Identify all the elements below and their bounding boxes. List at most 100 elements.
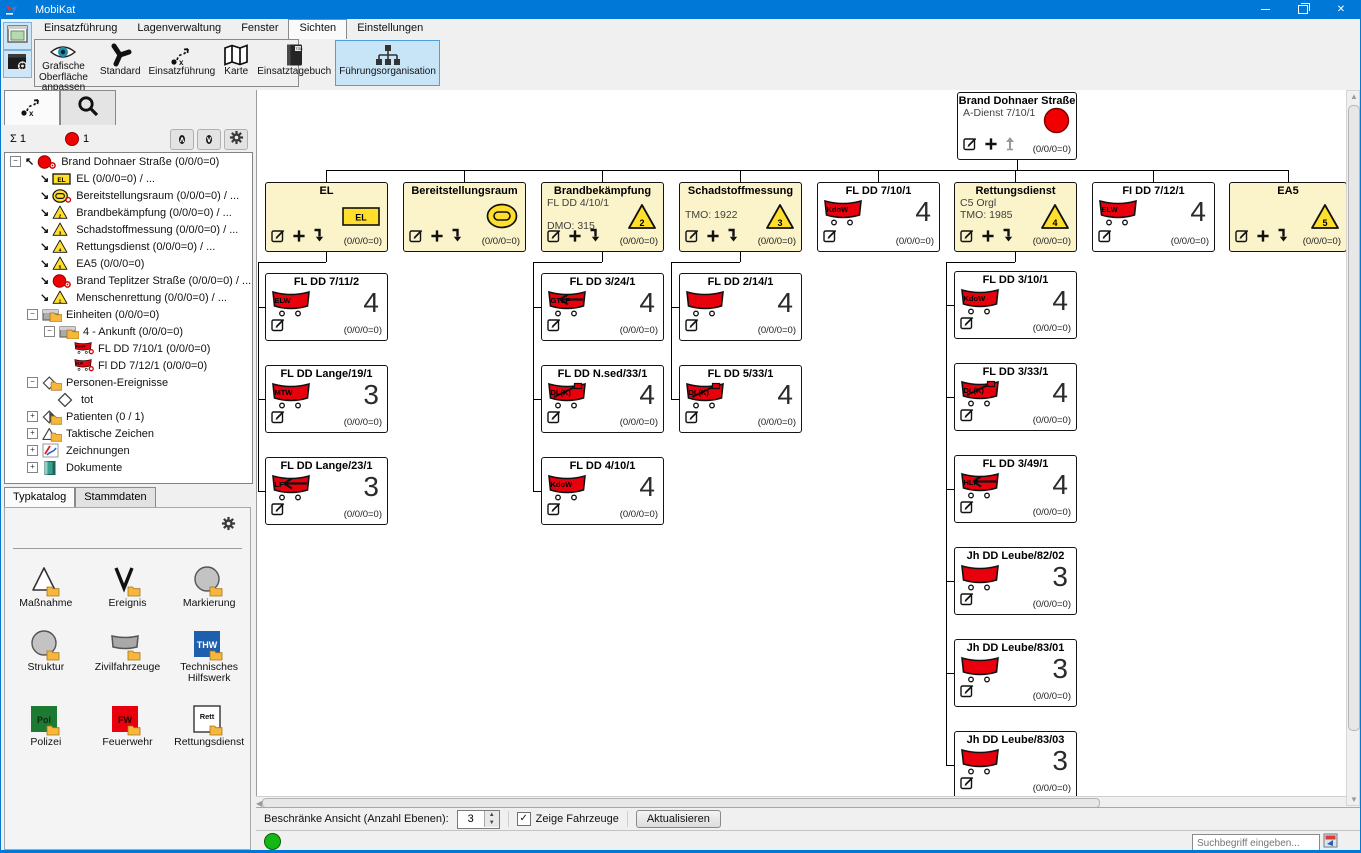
descend-button[interactable]: [726, 228, 739, 248]
scroll-up-arrow-icon[interactable]: ▲: [1350, 92, 1358, 101]
edit-button[interactable]: [271, 317, 286, 337]
catalog-item-maßnahme[interactable]: Maßnahme: [5, 556, 87, 610]
close-button[interactable]: ✕: [1322, 0, 1360, 19]
edit-button[interactable]: [823, 228, 838, 248]
show-vehicles-checkbox[interactable]: ✓: [517, 812, 531, 826]
catalog-item-polizei[interactable]: PolPolizei: [5, 695, 87, 749]
add-button[interactable]: [981, 229, 995, 248]
edit-button[interactable]: [547, 409, 562, 429]
menu-item-einstellungen[interactable]: Einstellungen: [347, 19, 433, 39]
vertical-scroll-thumb[interactable]: [1348, 105, 1360, 731]
edit-button[interactable]: [963, 136, 978, 156]
org-node-fi-dd-7-12-1[interactable]: FI DD 7/12/1ELW4(0/0/0=0): [1092, 182, 1215, 252]
ribbon-button-einsatzführung[interactable]: xEinsatzführung: [145, 40, 220, 86]
org-node-brandbekaempfung[interactable]: BrandbekämpfungFL DD 4/10/1 DMO: 3152(0/…: [541, 182, 664, 252]
edit-button[interactable]: [685, 228, 700, 248]
org-node-fl-dd-3-33-1[interactable]: FL DD 3/33/1DL(K)4(0/0/0=0): [954, 363, 1077, 431]
add-button[interactable]: [430, 229, 444, 248]
edit-button[interactable]: [685, 317, 700, 337]
tree-expand-minus[interactable]: −: [44, 326, 55, 337]
tree-item[interactable]: ↘Brand Teplitzer Straße (0/0/0=0) / ...: [5, 272, 252, 289]
tree-item[interactable]: ↘4Rettungsdienst (0/0/0=0) / ...: [5, 238, 252, 255]
org-node-schadstoffmessung[interactable]: Schadstoffmessung TMO: 19223(0/0/0=0): [679, 182, 802, 252]
menu-item-sichten[interactable]: Sichten: [288, 19, 347, 39]
org-node-fl-dd-3-49-1[interactable]: FL DD 3/49/1HLF4(0/0/0=0): [954, 455, 1077, 523]
add-button[interactable]: [568, 229, 582, 248]
catalog-item-technisches-hilfswerk[interactable]: THWTechnisches Hilfswerk: [168, 620, 250, 685]
org-node-fl-dd-7-10-1[interactable]: FL DD 7/10/1KdoW4(0/0/0=0): [817, 182, 940, 252]
edit-button[interactable]: [960, 775, 975, 795]
spinner-up-icon[interactable]: ▲: [485, 811, 499, 819]
org-node-fl-dd-7-11-2[interactable]: FL DD 7/11/2ELW4(0/0/0=0): [265, 273, 388, 341]
org-node-fl-dd-lange-19-1[interactable]: FL DD Lange/19/1MTW3(0/0/0=0): [265, 365, 388, 433]
catalog-item-ereignis[interactable]: Ereignis: [87, 556, 169, 610]
edit-button[interactable]: [960, 499, 975, 519]
catalog-item-markierung[interactable]: Markierung: [168, 556, 250, 610]
restore-button[interactable]: [1284, 0, 1322, 19]
descend-button[interactable]: [1001, 228, 1014, 248]
descend-button[interactable]: [588, 228, 601, 248]
panel-tab-operations[interactable]: x: [4, 90, 60, 125]
tree-item[interactable]: +Dokumente: [5, 459, 252, 476]
add-button[interactable]: [984, 137, 998, 156]
catalog-item-feuerwehr[interactable]: FWFeuerwehr: [87, 695, 169, 749]
side-toolbar-button-1[interactable]: [3, 22, 32, 50]
edit-button[interactable]: [960, 683, 975, 703]
menu-item-lagenverwaltung[interactable]: Lagenverwaltung: [127, 19, 231, 39]
org-node-jh-dd-leube-82-02[interactable]: Jh DD Leube/82/023(0/0/0=0): [954, 547, 1077, 615]
ribbon-button-einsatztagebuch[interactable]: TGBEinsatztagebuch: [253, 40, 335, 86]
chevron-down-circle-button[interactable]: ∨: [197, 129, 221, 150]
tree-item[interactable]: ↘ELEL (0/0/0=0) / ...: [5, 170, 252, 187]
add-button[interactable]: [1256, 229, 1270, 248]
tree-item[interactable]: ↘5EA5 (0/0/0=0): [5, 255, 252, 272]
ribbon-button-karte[interactable]: Karte: [219, 40, 253, 86]
panel-tab-search[interactable]: [60, 90, 116, 125]
catalog-tab-stammdaten[interactable]: Stammdaten: [75, 487, 155, 508]
menu-item-fenster[interactable]: Fenster: [231, 19, 288, 39]
tree-expand-plus[interactable]: +: [27, 445, 38, 456]
ribbon-button-standard[interactable]: Standard: [96, 40, 145, 86]
spinner-down-icon[interactable]: ▼: [485, 819, 499, 827]
tree-item[interactable]: ↘2Brandbekämpfung (0/0/0=0) / ...: [5, 204, 252, 221]
edit-button[interactable]: [685, 409, 700, 429]
edit-button[interactable]: [960, 315, 975, 335]
org-node-bereitstellungsraum[interactable]: Bereitstellungsraum(0/0/0=0): [403, 182, 526, 252]
edit-button[interactable]: [960, 407, 975, 427]
tree-item[interactable]: −Einheiten (0/0/0=0): [5, 306, 252, 323]
tree-item[interactable]: −4 - Ankunft (0/0/0=0): [5, 323, 252, 340]
edit-button[interactable]: [1235, 228, 1250, 248]
edit-button[interactable]: [960, 591, 975, 611]
chevron-up-circle-button[interactable]: ∧: [170, 129, 194, 150]
tree-expand-minus[interactable]: −: [27, 377, 38, 388]
tree-item[interactable]: KdoWFL DD 7/10/1 (0/0/0=0): [5, 340, 252, 357]
org-node-fl-dd-lange-23-1[interactable]: FL DD Lange/23/1LF3(0/0/0=0): [265, 457, 388, 525]
org-node-jh-dd-leube-83-01[interactable]: Jh DD Leube/83/013(0/0/0=0): [954, 639, 1077, 707]
tree-item[interactable]: tot: [5, 391, 252, 408]
tree-item[interactable]: ↘3Schadstoffmessung (0/0/0=0) / ...: [5, 221, 252, 238]
org-node-fl-dd-5-33-1[interactable]: FL DD 5/33/1DL(K)4(0/0/0=0): [679, 365, 802, 433]
edit-button[interactable]: [271, 409, 286, 429]
tree-item[interactable]: ELWFl DD 7/12/1 (0/0/0=0): [5, 357, 252, 374]
org-node-root[interactable]: Brand Dohnaer StraßeA-Dienst 7/10/1(0/0/…: [957, 92, 1077, 160]
tree-item[interactable]: ↘1Menschenrettung (0/0/0=0) / ...: [5, 289, 252, 306]
level-input[interactable]: [458, 813, 484, 825]
gear-button[interactable]: [224, 129, 248, 150]
org-node-fl-dd-3-10-1[interactable]: FL DD 3/10/1KdoW4(0/0/0=0): [954, 271, 1077, 339]
tree-item[interactable]: +Taktische Zeichen: [5, 425, 252, 442]
vertical-scrollbar[interactable]: ▲ ▼: [1346, 90, 1360, 806]
org-node-el[interactable]: ELEL(0/0/0=0): [265, 182, 388, 252]
tree-item[interactable]: +Patienten (0 / 1): [5, 408, 252, 425]
tree-item[interactable]: ↘Bereitstellungsraum (0/0/0=0) / ...: [5, 187, 252, 204]
org-chart-canvas[interactable]: Brand Dohnaer StraßeA-Dienst 7/10/1(0/0/…: [256, 90, 1347, 796]
refresh-button[interactable]: Aktualisieren: [636, 810, 721, 828]
descend-button[interactable]: [312, 228, 325, 248]
show-vehicles-toggle[interactable]: ✓ Zeige Fahrzeuge: [517, 812, 619, 826]
edit-button[interactable]: [960, 228, 975, 248]
add-button[interactable]: [706, 229, 720, 248]
tree-item[interactable]: −↖Brand Dohnaer Straße (0/0/0=0): [5, 153, 252, 170]
minimize-button[interactable]: [1246, 0, 1284, 19]
org-node-ea5[interactable]: EA55(0/0/0=0): [1229, 182, 1347, 252]
edit-button[interactable]: [409, 228, 424, 248]
tree-expand-plus[interactable]: +: [27, 462, 38, 473]
edit-button[interactable]: [547, 501, 562, 521]
